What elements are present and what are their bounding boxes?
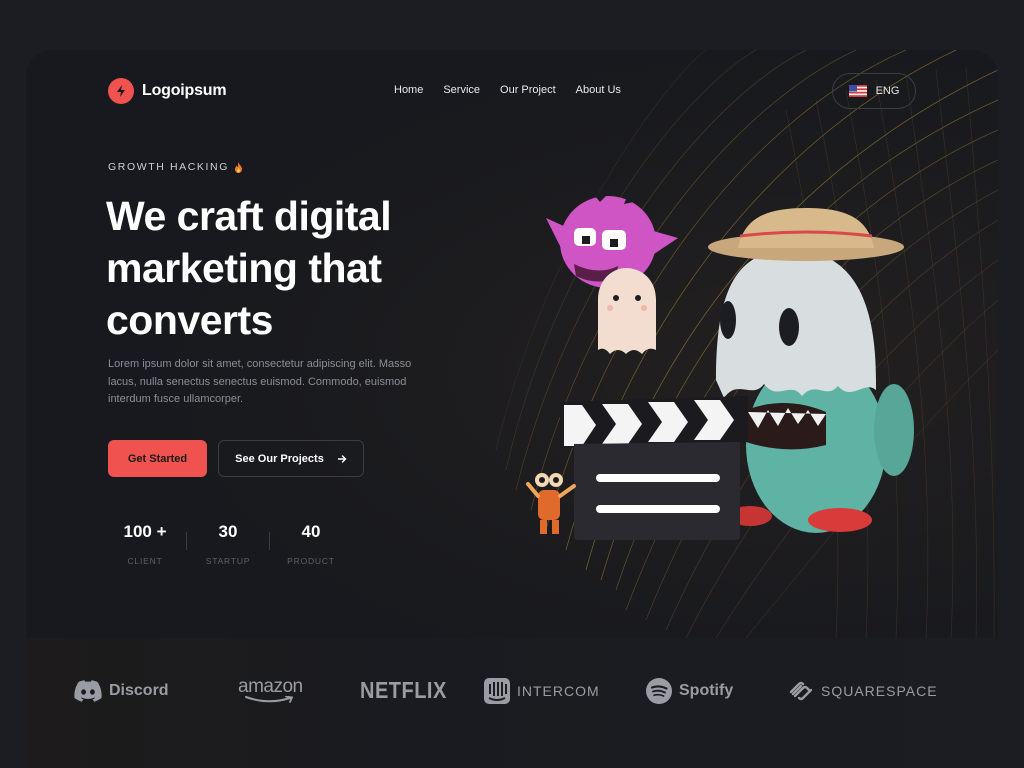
brand-squarespace: SQUARESPACE bbox=[788, 678, 938, 704]
stat-product: 40 PRODUCT bbox=[274, 522, 348, 566]
stat-client: 100 + CLIENT bbox=[108, 522, 182, 566]
brand-discord: Discord bbox=[74, 678, 169, 704]
logo-text: Logoipsum bbox=[142, 82, 227, 99]
hero-headline: We craft digital marketing that converts bbox=[106, 190, 466, 346]
stat-label: STARTUP bbox=[205, 556, 251, 566]
fire-icon bbox=[234, 161, 242, 173]
brand-name: amazon bbox=[238, 676, 303, 697]
ghost-illustration bbox=[598, 268, 656, 354]
stat-divider bbox=[269, 532, 270, 550]
main-nav: Home Service Our Project About Us bbox=[394, 84, 621, 96]
spotify-icon bbox=[646, 678, 672, 704]
arrow-right-icon bbox=[337, 454, 347, 463]
brand-netflix: NETFLIX bbox=[360, 678, 447, 704]
intercom-icon bbox=[484, 678, 510, 704]
stat-value: 100 + bbox=[123, 522, 167, 541]
clapperboard-illustration bbox=[560, 396, 748, 540]
headline-line: converts bbox=[106, 297, 273, 343]
brand-name: Spotify bbox=[679, 682, 734, 699]
stat-label: CLIENT bbox=[127, 556, 163, 566]
brand-logos-strip: Discord amazon NETFLIX INTERCOM Spotify … bbox=[26, 638, 998, 768]
see-our-projects-button[interactable]: See Our Projects bbox=[218, 440, 364, 477]
brand-name: Discord bbox=[109, 682, 169, 699]
squarespace-icon bbox=[789, 681, 813, 701]
eyebrow: GROWTH HACKING bbox=[108, 161, 243, 173]
brand-amazon: amazon bbox=[238, 676, 303, 704]
amazon-smile-icon bbox=[245, 696, 294, 703]
hero-description: Lorem ipsum dolor sit amet, consectetur … bbox=[108, 358, 412, 405]
brand-intercom: INTERCOM bbox=[484, 678, 600, 704]
binocular-character-illustration bbox=[526, 473, 576, 534]
eyebrow-text: GROWTH HACKING bbox=[108, 161, 229, 173]
get-started-button[interactable]: Get Started bbox=[108, 440, 207, 477]
brand-name: NETFLIX bbox=[360, 677, 447, 704]
see-our-projects-label: See Our Projects bbox=[235, 452, 324, 465]
headline-line: We craft digital bbox=[106, 193, 392, 239]
language-label: ENG bbox=[875, 85, 900, 97]
hero-card: Logoipsum Home Service Our Project About… bbox=[26, 50, 998, 768]
bolt-icon bbox=[108, 78, 134, 104]
stat-divider bbox=[186, 532, 187, 550]
stat-startup: 30 STARTUP bbox=[191, 522, 265, 566]
stat-value: 30 bbox=[218, 522, 238, 541]
us-flag-icon bbox=[848, 85, 867, 97]
language-selector[interactable]: ENG bbox=[832, 73, 916, 109]
nav-item-service[interactable]: Service bbox=[443, 84, 480, 96]
discord-icon bbox=[74, 680, 102, 702]
nav-item-home[interactable]: Home bbox=[394, 84, 423, 96]
logo[interactable]: Logoipsum bbox=[108, 78, 227, 104]
stats-row: 100 + CLIENT 30 STARTUP 40 PRODUCT bbox=[108, 522, 348, 566]
brand-name: INTERCOM bbox=[517, 683, 600, 699]
brand-spotify: Spotify bbox=[646, 678, 733, 704]
stat-value: 40 bbox=[301, 522, 321, 541]
stat-label: PRODUCT bbox=[287, 556, 335, 566]
nav-item-about-us[interactable]: About Us bbox=[576, 84, 621, 96]
nav-item-our-project[interactable]: Our Project bbox=[500, 84, 556, 96]
headline-line: marketing that bbox=[106, 245, 382, 291]
brand-name: SQUARESPACE bbox=[821, 683, 938, 699]
